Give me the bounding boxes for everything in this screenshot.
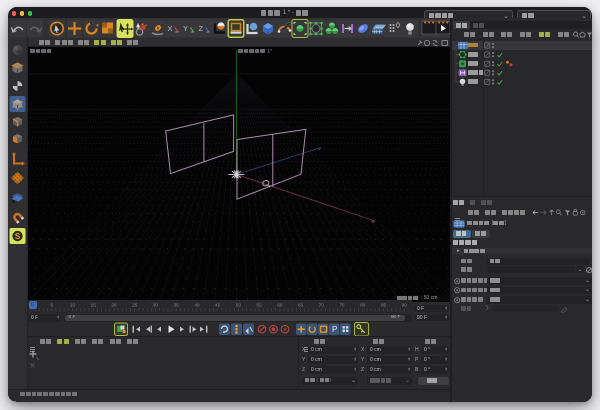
svg-text:65: 65 bbox=[298, 303, 304, 308]
svg-text:X: X bbox=[168, 24, 173, 33]
svg-text:15: 15 bbox=[91, 303, 97, 308]
svg-text:10: 10 bbox=[70, 303, 76, 308]
svg-text:75: 75 bbox=[339, 303, 345, 308]
svg-text:25: 25 bbox=[132, 303, 138, 308]
svg-text:5: 5 bbox=[50, 303, 53, 308]
svg-text:55: 55 bbox=[257, 303, 263, 308]
svg-text:20: 20 bbox=[111, 303, 117, 308]
svg-text:S: S bbox=[15, 232, 21, 241]
svg-text:30: 30 bbox=[153, 303, 159, 308]
svg-text:50: 50 bbox=[236, 303, 242, 308]
svg-text:40: 40 bbox=[194, 303, 200, 308]
svg-text:80: 80 bbox=[360, 303, 366, 308]
svg-text:70: 70 bbox=[319, 303, 325, 308]
svg-text:45: 45 bbox=[215, 303, 221, 308]
svg-text:85: 85 bbox=[381, 303, 387, 308]
svg-text:0: 0 bbox=[396, 23, 400, 30]
svg-text:35: 35 bbox=[174, 303, 180, 308]
svg-text:Z: Z bbox=[199, 24, 204, 33]
svg-text:Y: Y bbox=[183, 24, 188, 33]
svg-text:P: P bbox=[332, 325, 337, 334]
svg-text:60: 60 bbox=[277, 303, 283, 308]
svg-text:90: 90 bbox=[402, 303, 408, 308]
